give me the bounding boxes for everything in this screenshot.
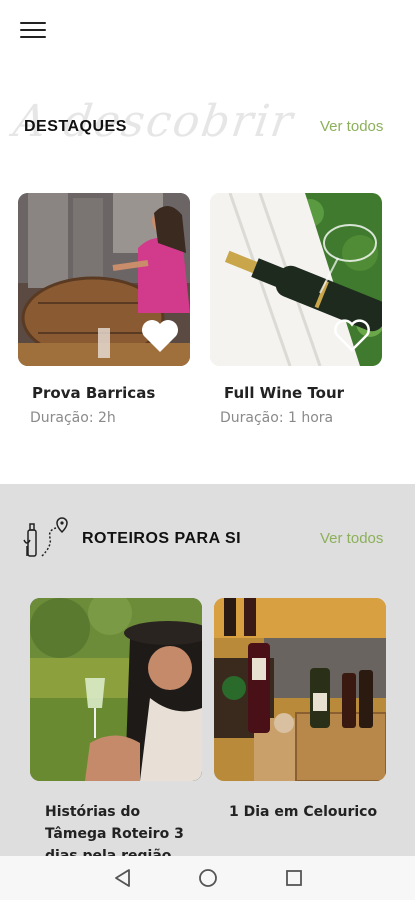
routes-title: ROTEIROS PARA SI xyxy=(82,530,242,547)
experience-card[interactable]: Full Wine Tour Duração: 1 hora xyxy=(210,193,382,426)
routes-see-all-link[interactable]: Ver todos xyxy=(320,530,383,547)
experience-card[interactable]: Prova Barricas Duração: 2h xyxy=(18,193,190,426)
highlights-title: DESTAQUES xyxy=(24,118,127,135)
experience-image-barrels xyxy=(18,193,190,366)
menu-icon[interactable] xyxy=(20,22,46,42)
heart-outline-icon[interactable] xyxy=(332,318,372,354)
heart-filled-icon[interactable] xyxy=(140,318,180,354)
route-name: 1 Dia em Celourico xyxy=(229,804,378,820)
route-card[interactable]: 1 Dia em Celourico xyxy=(214,598,386,823)
route-image-wine-basket xyxy=(214,598,386,781)
triangle-back-icon[interactable] xyxy=(110,866,134,890)
experience-duration: Duração: 2h xyxy=(30,410,116,426)
experience-name: Prova Barricas xyxy=(32,384,156,402)
circle-home-icon[interactable] xyxy=(196,866,220,890)
route-image-woman-wine xyxy=(30,598,202,781)
route-card[interactable]: Histórias do Tâmega Roteiro 3 dias pela … xyxy=(30,598,202,867)
experience-name: Full Wine Tour xyxy=(224,384,345,402)
wine-route-icon xyxy=(23,517,68,557)
system-nav-bar xyxy=(0,856,415,900)
highlights-see-all-link[interactable]: Ver todos xyxy=(320,118,383,135)
experience-image-wine-bottle xyxy=(210,193,382,366)
square-recents-icon[interactable] xyxy=(282,866,306,890)
experience-duration: Duração: 1 hora xyxy=(220,410,334,426)
